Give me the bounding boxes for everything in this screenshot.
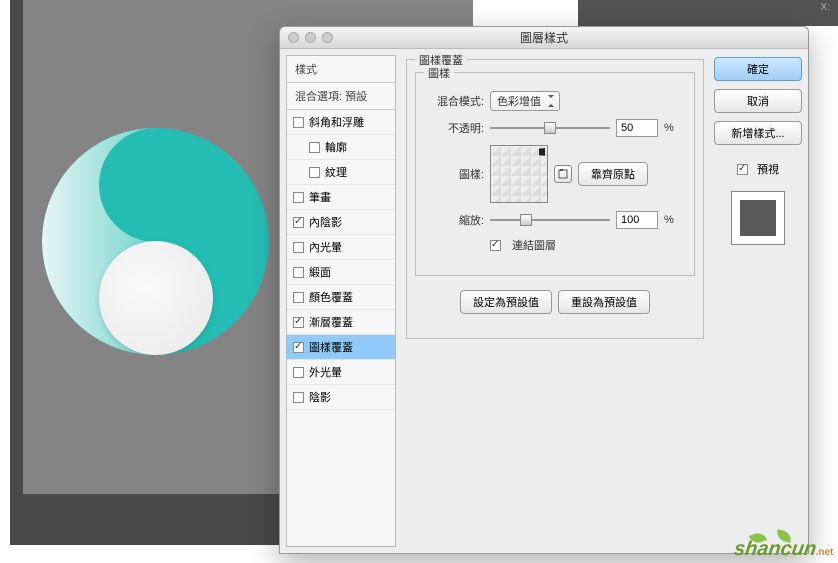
watermark: shancun.net: [732, 538, 835, 561]
style-item[interactable]: 陰影: [287, 385, 395, 410]
styles-header[interactable]: 樣式: [287, 56, 395, 83]
style-item[interactable]: 內光暈: [287, 235, 395, 260]
dialog-title: 圖層樣式: [280, 29, 808, 46]
style-item-label: 漸層覆蓋: [309, 314, 353, 330]
style-item-label: 緞面: [309, 264, 331, 280]
style-item[interactable]: 紋理: [287, 160, 395, 185]
pattern-label: 圖樣:: [424, 166, 484, 182]
new-preset-icon[interactable]: [554, 165, 572, 183]
style-checkbox[interactable]: [293, 217, 304, 228]
styles-list: 樣式 混合選項: 預設 斜角和浮雕輪廓紋理筆畫內陰影內光暈緞面顏色覆蓋漸層覆蓋圖…: [286, 55, 396, 547]
new-style-button[interactable]: 新增樣式...: [714, 121, 802, 145]
properties-panel: X:: [578, 0, 838, 26]
style-checkbox[interactable]: [293, 317, 304, 328]
pattern-swatch[interactable]: [490, 145, 548, 203]
percent-label-2: %: [664, 214, 674, 226]
style-checkbox[interactable]: [309, 142, 320, 153]
style-item-label: 顏色覆蓋: [309, 289, 353, 305]
style-checkbox[interactable]: [293, 342, 304, 353]
opacity-label: 不透明:: [424, 120, 484, 136]
zoom-icon[interactable]: [322, 32, 333, 43]
style-item[interactable]: 漸層覆蓋: [287, 310, 395, 335]
style-item-label: 外光暈: [309, 364, 342, 380]
percent-label: %: [664, 122, 674, 134]
style-item-label: 筆畫: [309, 189, 331, 205]
style-item[interactable]: 輪廓: [287, 135, 395, 160]
style-item[interactable]: 緞面: [287, 260, 395, 285]
style-item-label: 紋理: [325, 164, 347, 180]
preview-swatch: [731, 191, 785, 245]
blend-mode-select[interactable]: 色彩增值: [490, 91, 560, 111]
blend-mode-label: 混合模式:: [424, 93, 484, 109]
layer-style-dialog: 圖層樣式 樣式 混合選項: 預設 斜角和浮雕輪廓紋理筆畫內陰影內光暈緞面顏色覆蓋…: [279, 26, 809, 554]
reset-default-button[interactable]: 重設為預設值: [558, 290, 650, 314]
blend-options-header[interactable]: 混合選項: 預設: [287, 83, 395, 110]
style-checkbox[interactable]: [293, 267, 304, 278]
style-checkbox[interactable]: [293, 392, 304, 403]
dialog-titlebar[interactable]: 圖層樣式: [280, 27, 808, 49]
scale-slider[interactable]: [490, 214, 610, 226]
style-item-label: 斜角和浮雕: [309, 114, 364, 130]
style-item[interactable]: 內陰影: [287, 210, 395, 235]
pattern-group-label: 圖樣: [424, 65, 454, 81]
style-item-label: 輪廓: [325, 139, 347, 155]
style-item-label: 圖樣覆蓋: [309, 339, 353, 355]
opacity-slider[interactable]: [490, 122, 610, 134]
style-checkbox[interactable]: [293, 242, 304, 253]
preview-label: 預視: [757, 161, 779, 177]
style-item[interactable]: 外光暈: [287, 360, 395, 385]
style-checkbox[interactable]: [309, 167, 320, 178]
style-checkbox[interactable]: [293, 292, 304, 303]
opacity-input[interactable]: [616, 119, 658, 137]
style-item[interactable]: 圖樣覆蓋: [287, 335, 395, 360]
link-layer-checkbox[interactable]: [490, 240, 501, 251]
style-item-label: 內陰影: [309, 214, 342, 230]
style-checkbox[interactable]: [293, 367, 304, 378]
close-icon[interactable]: [288, 32, 299, 43]
style-item[interactable]: 筆畫: [287, 185, 395, 210]
link-layer-label: 連結圖層: [512, 237, 556, 253]
dialog-buttons: 確定 取消 新增樣式... 預視: [714, 55, 802, 547]
style-checkbox[interactable]: [293, 117, 304, 128]
style-item-label: 內光暈: [309, 239, 342, 255]
style-item[interactable]: 斜角和浮雕: [287, 110, 395, 135]
preview-checkbox[interactable]: [737, 164, 748, 175]
scale-input[interactable]: [616, 211, 658, 229]
style-item[interactable]: 顏色覆蓋: [287, 285, 395, 310]
ok-button[interactable]: 確定: [714, 57, 802, 81]
artwork-taichi: [42, 128, 269, 355]
style-item-label: 陰影: [309, 389, 331, 405]
settings-panel: 圖樣覆蓋 圖樣 混合模式: 色彩增值 不透明: % 圖樣:: [402, 55, 708, 547]
cancel-button[interactable]: 取消: [714, 89, 802, 113]
style-checkbox[interactable]: [293, 192, 304, 203]
make-default-button[interactable]: 設定為預設值: [460, 290, 552, 314]
snap-origin-button[interactable]: 靠齊原點: [578, 162, 648, 186]
scale-label: 縮放:: [424, 212, 484, 228]
minimize-icon[interactable]: [305, 32, 316, 43]
